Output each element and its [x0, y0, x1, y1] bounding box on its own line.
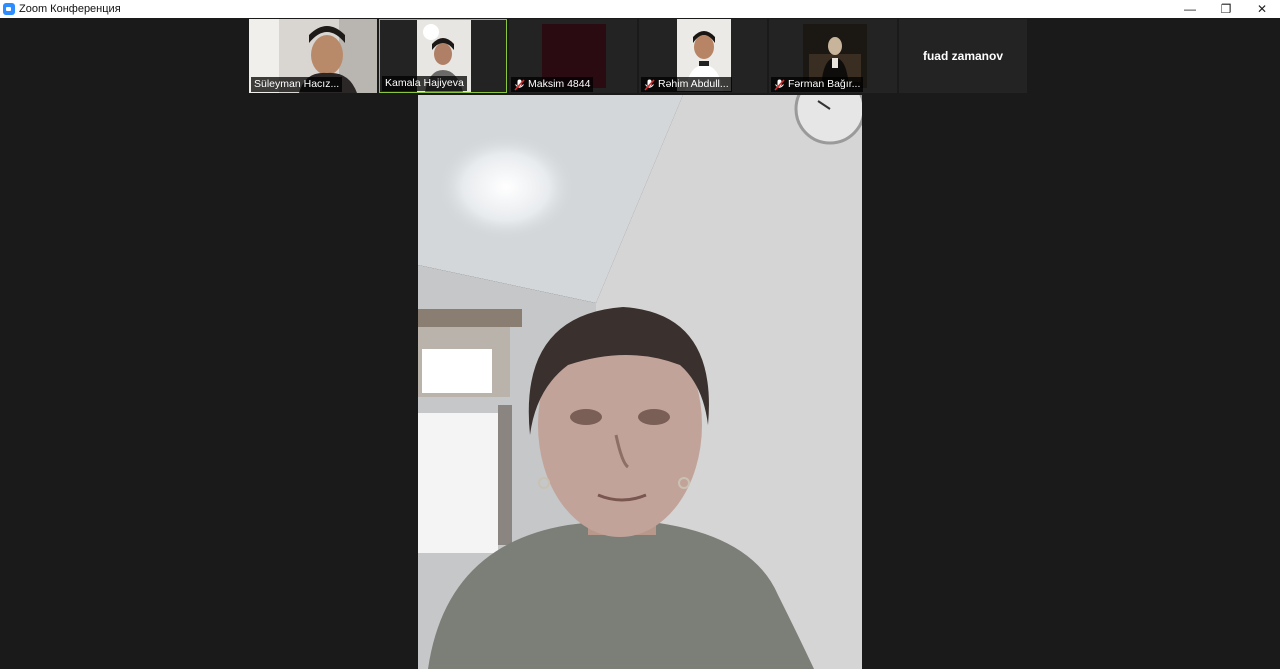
participant-name-tag: Kamala Hajiyeva [382, 76, 467, 91]
speaker-video-frame [418, 95, 862, 669]
participant-name: Kamala Hajiyeva [385, 77, 464, 89]
zoom-app-icon [3, 3, 15, 15]
window-titlebar: Zoom Конференция — ❐ ✕ [0, 0, 1280, 18]
participant-tile[interactable]: Süleyman Hacız... [249, 19, 377, 93]
participant-tile-active[interactable]: Kamala Hajiyeva [379, 19, 507, 93]
participant-tile[interactable]: Maksim 4844 [509, 19, 637, 93]
close-button[interactable]: ✕ [1244, 0, 1280, 18]
participant-name: fuad zamanov [922, 49, 1003, 63]
participant-tile[interactable]: Fərman Bağır... [769, 19, 897, 93]
muted-mic-icon [774, 78, 785, 91]
restore-button[interactable]: ❐ [1208, 0, 1244, 18]
active-speaker-video [418, 95, 862, 669]
muted-mic-icon [514, 78, 525, 91]
participant-name-tag: Rəhim Abdull... [641, 77, 732, 92]
participant-name-tag: Maksim 4844 [511, 77, 594, 92]
participant-tile[interactable]: Rəhim Abdull... [639, 19, 767, 93]
participant-name: Rəhim Abdull... [658, 78, 729, 90]
minimize-button[interactable]: — [1172, 0, 1208, 18]
window-title: Zoom Конференция [19, 3, 121, 15]
participant-name-tag: Fərman Bağır... [771, 77, 864, 92]
participant-name: Maksim 4844 [528, 78, 591, 90]
participant-name: Süleyman Hacız... [254, 78, 340, 90]
participant-name-tag: Süleyman Hacız... [251, 77, 343, 92]
window-controls: — ❐ ✕ [1172, 0, 1280, 18]
participant-tile-video-off[interactable]: fuad zamanov [899, 19, 1027, 93]
muted-mic-icon [644, 78, 655, 91]
participant-name: Fərman Bağır... [788, 78, 861, 90]
